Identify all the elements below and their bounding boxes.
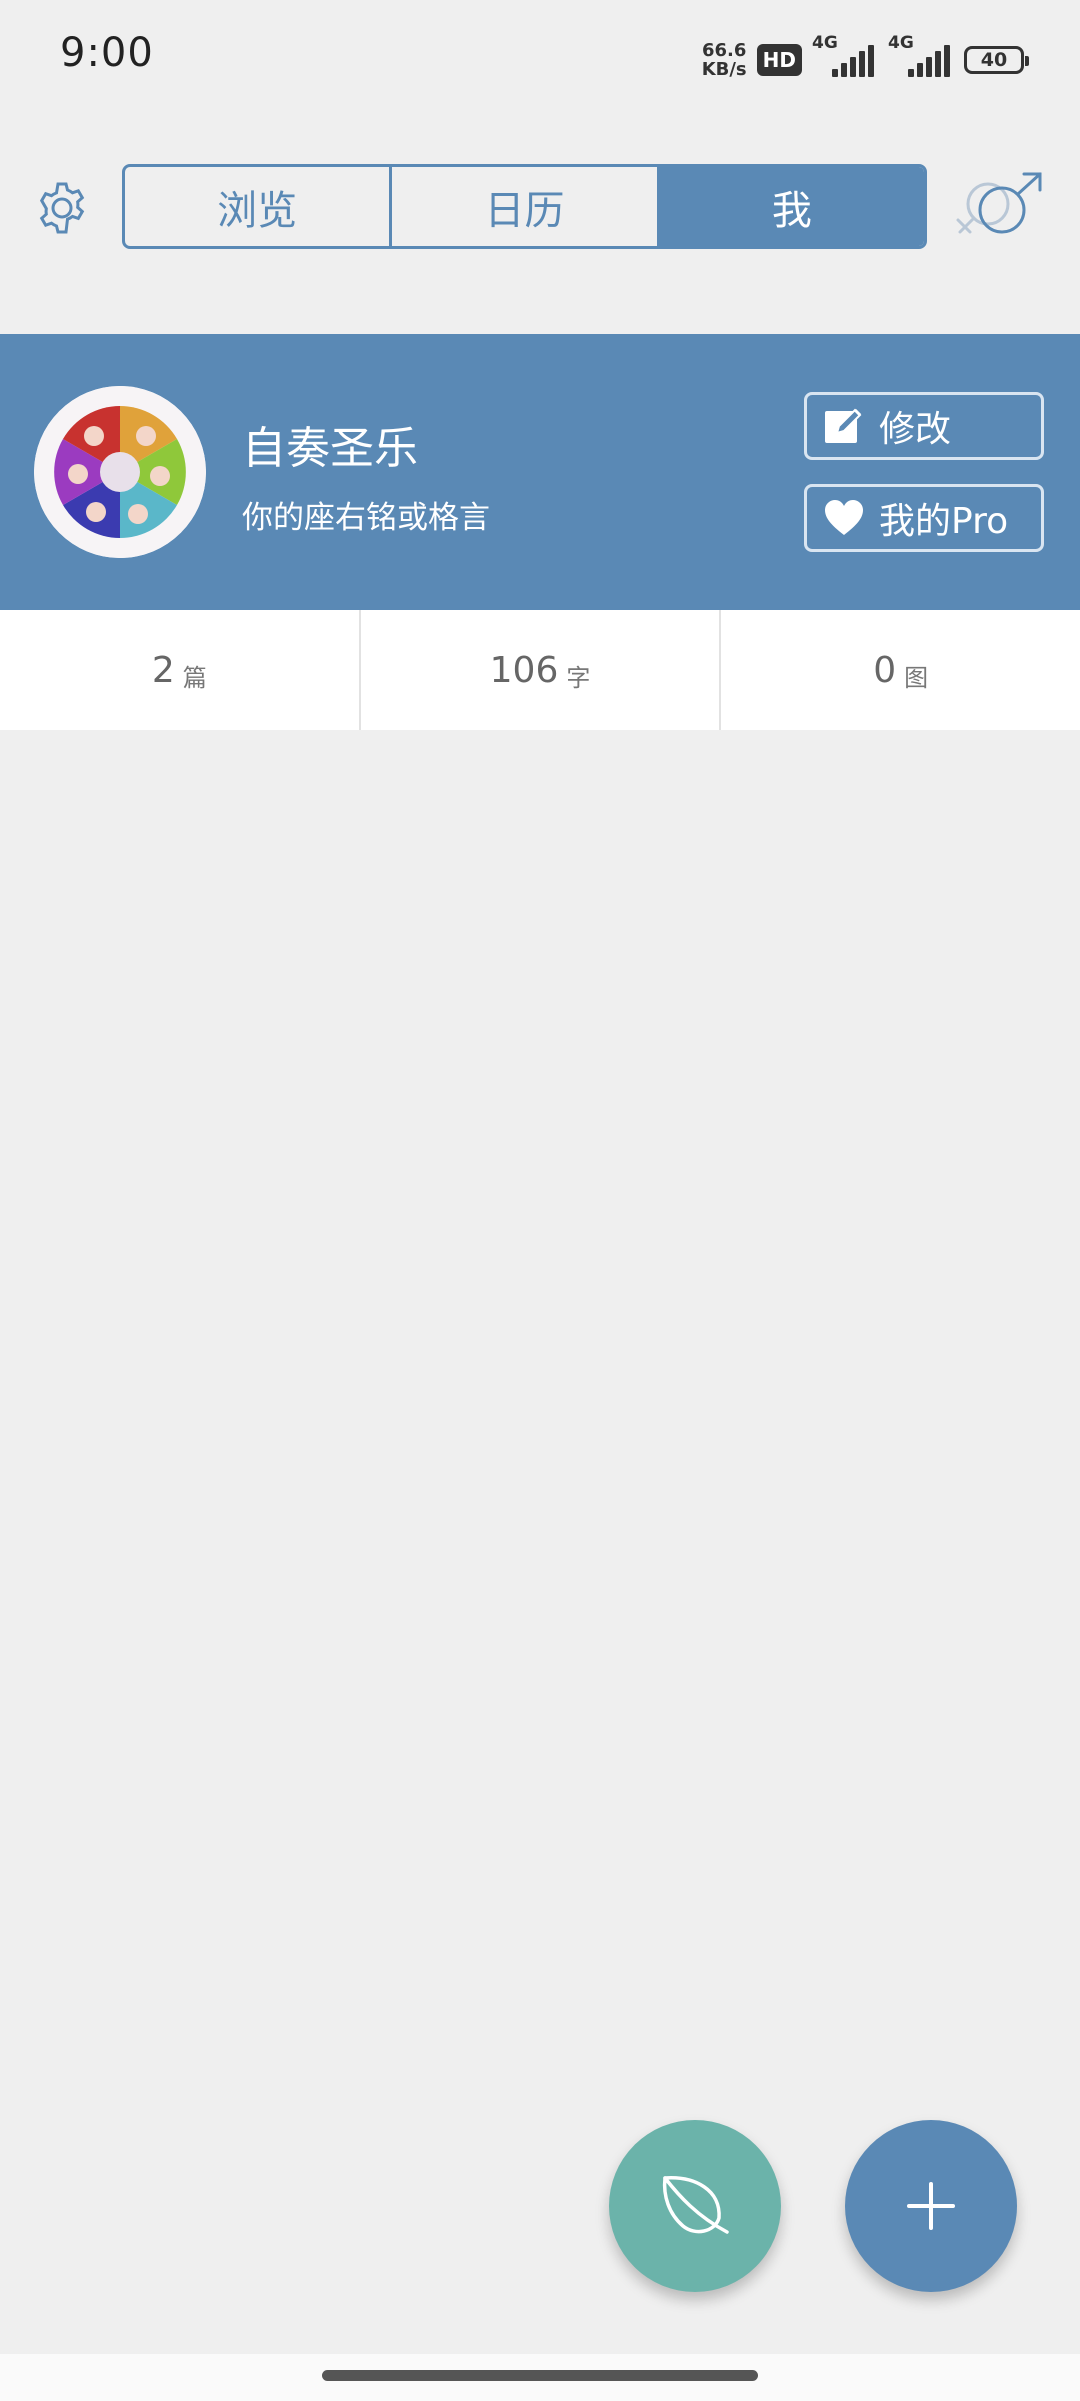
gender-button[interactable] [950,170,1050,246]
edit-profile-label: 修改 [879,409,952,450]
settings-button[interactable] [30,176,94,240]
edit-icon [825,408,862,443]
hd-badge: HD [756,44,802,76]
my-pro-label: 我的Pro [879,501,1009,542]
status-icons: 66.6 KB/s HD 4G 4G 40 [702,33,1029,82]
leaf-icon [662,2176,729,2234]
stat-words[interactable]: 106 字 [361,610,722,730]
my-pro-button[interactable]: 我的Pro [804,484,1044,552]
stat-images-value: 0 [873,649,897,691]
stat-words-value: 106 [489,649,559,691]
network-speed-value: 66.6 [701,40,747,61]
tab-browse[interactable]: 浏览 [125,167,393,246]
stats-row: 2 篇 106 字 0 图 [0,610,1080,730]
home-indicator[interactable] [322,2370,758,2381]
sim2-network-type: 4G [888,33,914,53]
stat-words-unit: 字 [566,663,591,692]
battery-icon: 40 [964,46,1029,74]
stat-images[interactable]: 0 图 [721,610,1080,730]
edit-profile-button[interactable]: 修改 [804,392,1044,460]
add-button[interactable] [845,2120,1017,2292]
profile-card: 自奏圣乐 你的座右铭或格言 修改 我的Pro [0,334,1080,610]
network-speed: 66.6 KB/s [702,41,747,79]
network-speed-unit: KB/s [701,59,747,80]
tab-calendar[interactable]: 日历 [392,167,660,246]
screen: 9:00 66.6 KB/s HD 4G 4G 40 浏览 日历 我 自奏圣乐 … [0,0,1080,2401]
status-time: 9:00 [60,30,154,76]
battery-level: 40 [980,49,1008,71]
stat-articles-value: 2 [151,649,175,691]
system-navigation-bar [0,2354,1080,2401]
stat-articles[interactable]: 2 篇 [0,610,361,730]
leaf-button[interactable] [609,2120,781,2292]
avatar[interactable] [34,386,206,558]
user-name: 自奏圣乐 [242,423,418,474]
tab-me[interactable]: 我 [659,167,924,246]
sim1-network-type: 4G [812,33,838,53]
gear-icon [39,182,85,234]
stat-articles-unit: 篇 [182,663,207,692]
status-bar: 9:00 66.6 KB/s HD 4G 4G 40 [0,0,1080,118]
signal-sim1-icon: 4G [812,33,878,77]
top-bar: 浏览 日历 我 [0,162,1080,252]
stat-images-unit: 图 [904,663,929,692]
gender-icon [956,172,1042,234]
user-motto: 你的座右铭或格言 [242,500,490,536]
avatar-image [34,386,206,558]
plus-icon [907,2182,955,2230]
signal-sim2-icon: 4G [888,33,954,77]
view-tabs: 浏览 日历 我 [122,164,927,249]
heart-icon [825,500,863,535]
